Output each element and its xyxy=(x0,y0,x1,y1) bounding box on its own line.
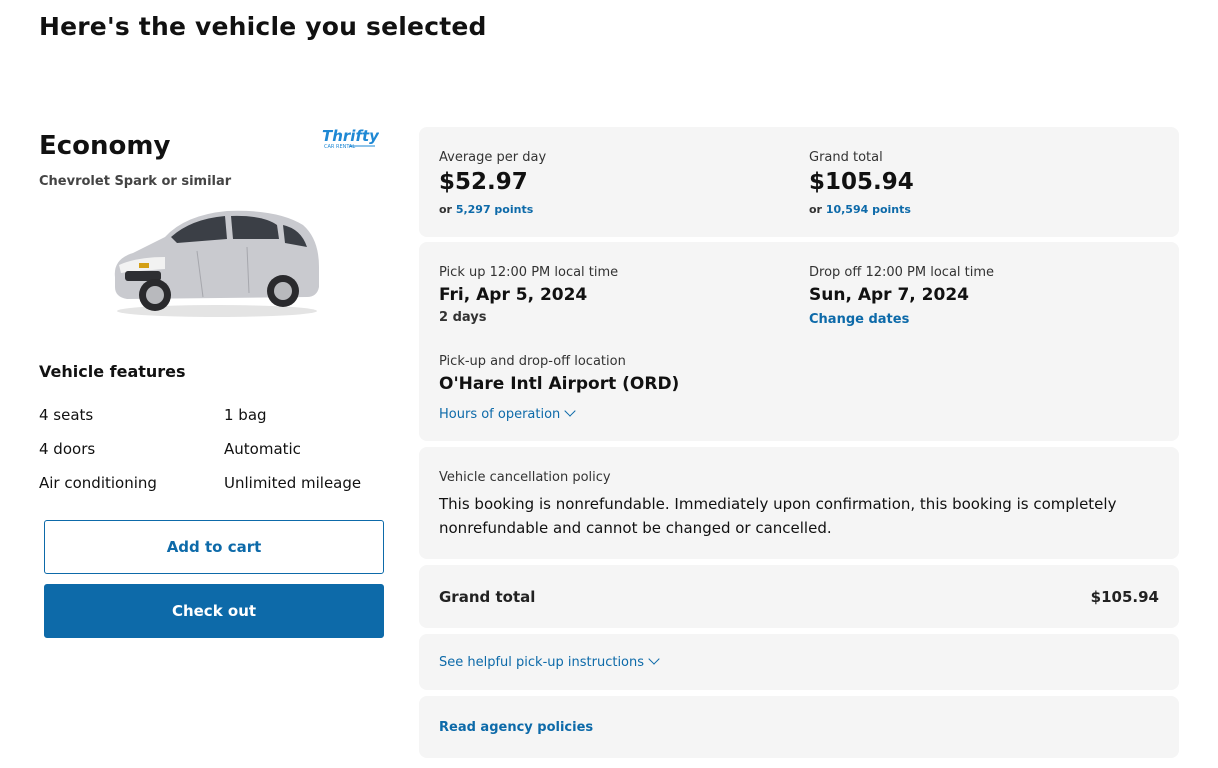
chevron-down-icon xyxy=(564,405,576,417)
location-name: O'Hare Intl Airport (ORD) xyxy=(439,374,680,394)
avg-points-prefix: or xyxy=(439,203,456,216)
pickup-label: Pick up 12:00 PM local time xyxy=(439,265,619,280)
feature-mileage: Unlimited mileage xyxy=(224,474,362,492)
pickup-instructions-card: See helpful pick-up instructions xyxy=(419,634,1179,690)
features-title: Vehicle features xyxy=(39,362,186,381)
vehicle-class: Economy xyxy=(39,131,171,161)
avg-per-day-label: Average per day xyxy=(439,150,547,165)
feature-ac: Air conditioning xyxy=(39,474,157,492)
car-image xyxy=(114,210,320,317)
vendor-logo-sub: CAR RENTAL xyxy=(324,144,355,150)
trip-details-card: Pick up 12:00 PM local time Fri, Apr 5, … xyxy=(419,242,1179,441)
vendor-logo-text: Thrifty xyxy=(322,127,379,145)
avg-points: or 5,297 points xyxy=(439,203,533,216)
agency-policies-card: Read agency policies xyxy=(419,696,1179,758)
agency-policies-link[interactable]: Read agency policies xyxy=(439,720,593,735)
pricing-card: Average per day $52.97 or 5,297 points G… xyxy=(419,127,1179,237)
cancellation-text: This booking is nonrefundable. Immediate… xyxy=(439,495,1117,537)
total-points: or 10,594 points xyxy=(809,203,911,216)
add-to-cart-button[interactable]: Add to cart xyxy=(44,520,384,574)
location-label: Pick-up and drop-off location xyxy=(439,354,626,369)
grand-total-label: Grand total xyxy=(809,150,883,165)
dropoff-label: Drop off 12:00 PM local time xyxy=(809,265,995,280)
avg-per-day-price: $52.97 xyxy=(439,169,528,195)
grand-total-card: Grand total $105.94 xyxy=(419,565,1179,628)
feature-bags: 1 bag xyxy=(224,406,267,424)
cancellation-card: Vehicle cancellation policy This booking… xyxy=(419,447,1179,559)
page-title: Here's the vehicle you selected xyxy=(39,12,487,41)
summary-total-label: Grand total xyxy=(439,588,536,606)
vehicle-model: Chevrolet Spark or similar xyxy=(39,174,232,189)
cancellation-title: Vehicle cancellation policy xyxy=(439,470,611,485)
change-dates-link[interactable]: Change dates xyxy=(809,312,909,327)
feature-transmission: Automatic xyxy=(224,440,301,458)
pickup-date: Fri, Apr 5, 2024 xyxy=(439,285,588,305)
pickup-instructions-label: See helpful pick-up instructions xyxy=(439,655,645,670)
summary-total-value: $105.94 xyxy=(1090,588,1159,606)
hours-of-operation-link[interactable]: Hours of operation xyxy=(439,405,576,422)
pickup-instructions-link[interactable]: See helpful pick-up instructions xyxy=(439,653,660,670)
rental-duration: 2 days xyxy=(439,310,487,325)
feature-seats: 4 seats xyxy=(39,406,94,424)
avg-points-value: 5,297 points xyxy=(455,203,534,216)
thrifty-logo: Thrifty CAR RENTAL xyxy=(322,127,379,150)
chevron-down-icon xyxy=(648,653,660,665)
hours-link-label: Hours of operation xyxy=(439,407,561,422)
grand-total-price: $105.94 xyxy=(809,169,914,195)
dropoff-date: Sun, Apr 7, 2024 xyxy=(809,285,969,305)
total-points-prefix: or xyxy=(809,203,826,216)
check-out-button[interactable]: Check out xyxy=(44,584,384,638)
total-points-value: 10,594 points xyxy=(825,203,911,216)
feature-doors: 4 doors xyxy=(39,440,96,458)
